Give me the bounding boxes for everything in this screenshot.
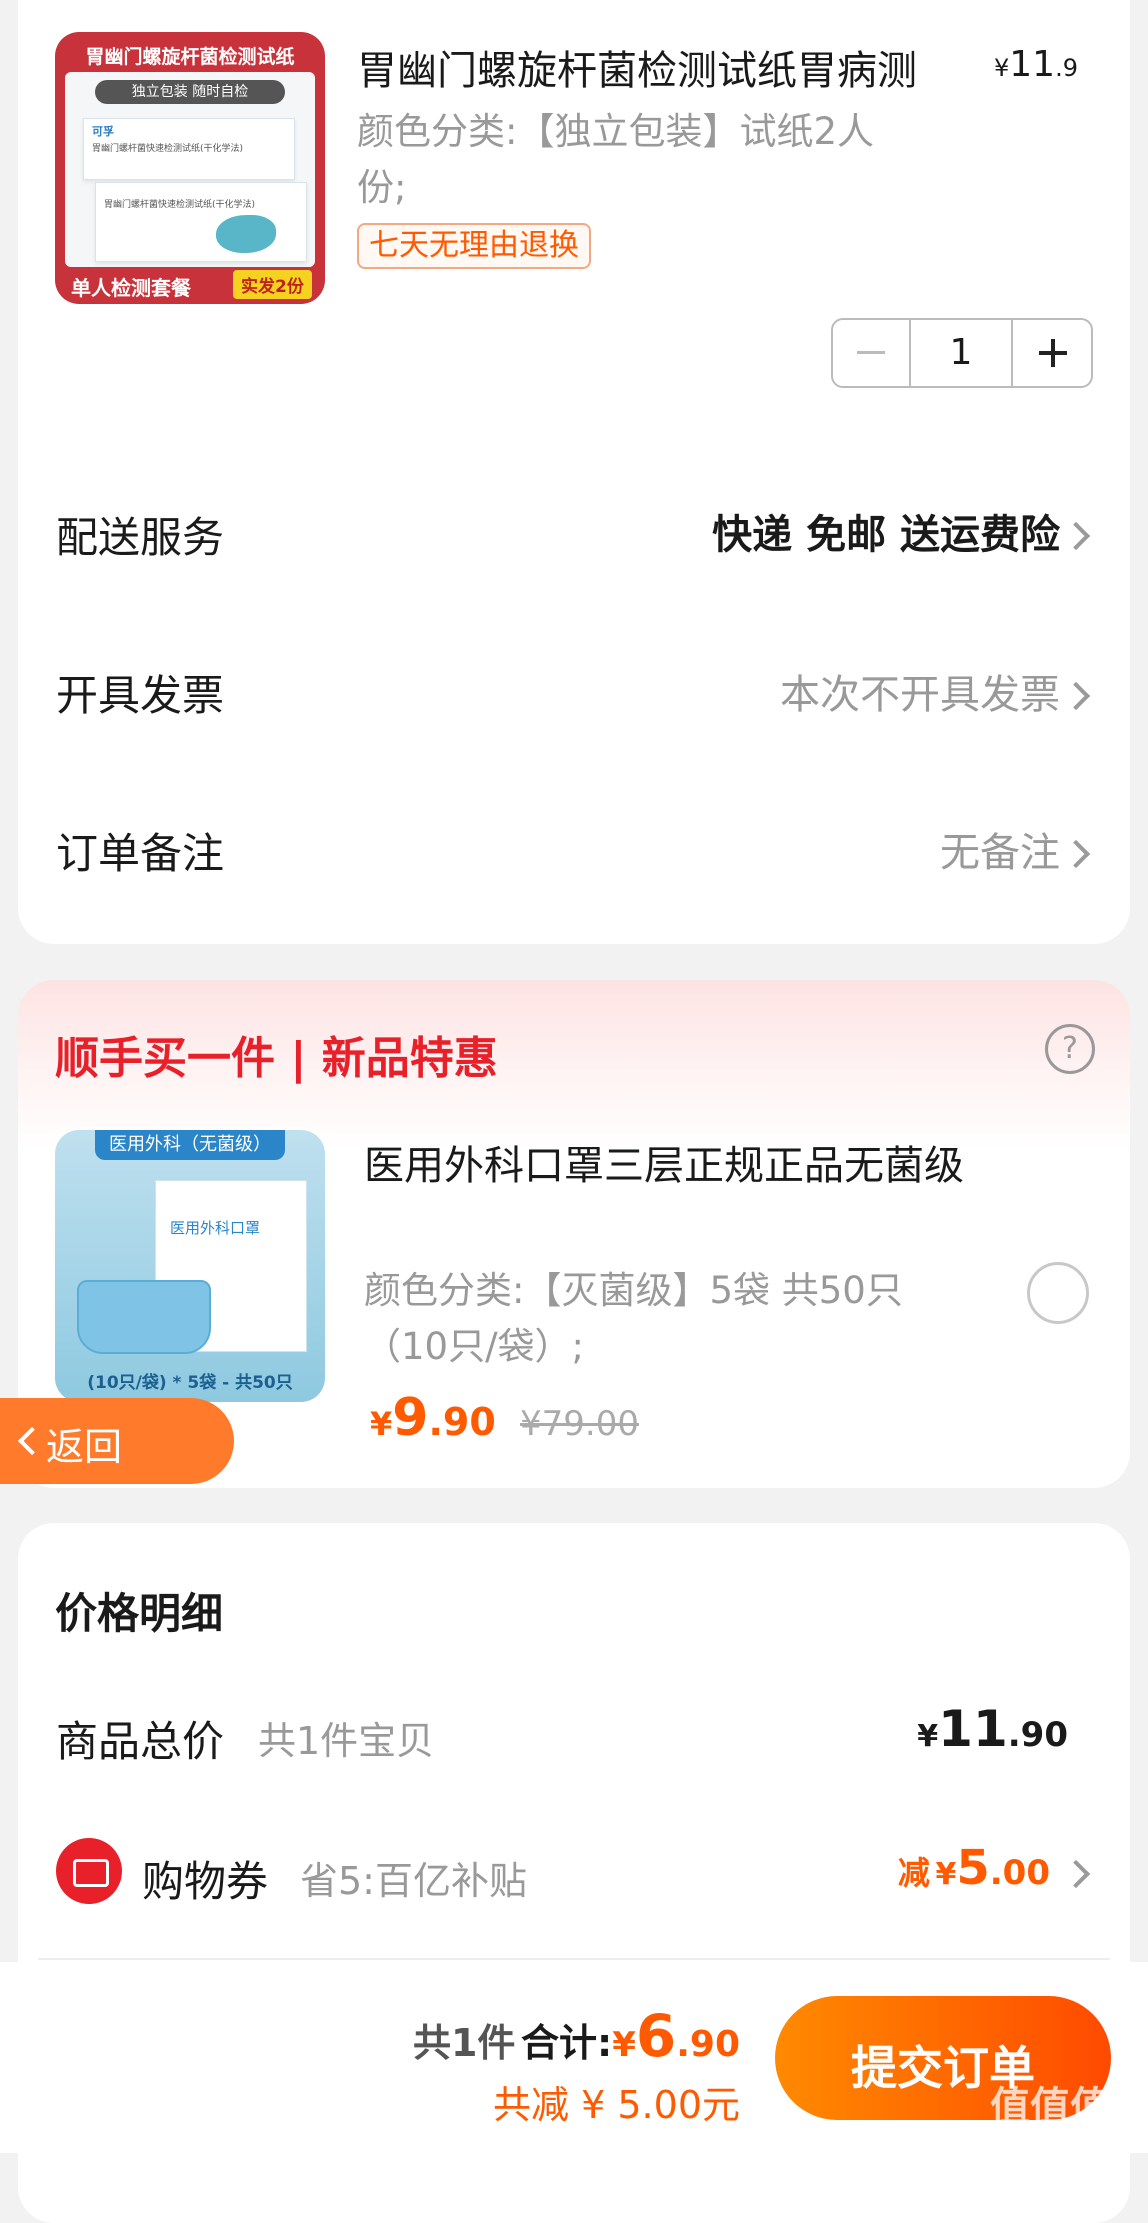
total-dec: .90 [1007,1715,1068,1755]
addon-thumbnail[interactable]: 医用外科（无菌级） 医用外科口罩 (10只/袋) * 5袋 - 共50只 [55,1130,325,1402]
thumb-footer: 单人检测套餐 [71,276,191,300]
coupon-label: 购物券 [142,1857,269,1906]
coupon-value: 减 ¥5.00 [898,1840,1050,1896]
thumb-package-2: 胃幽门螺杆菌快速检测试纸(干化学法) [95,182,307,262]
quantity-value[interactable]: 1 [911,320,1011,386]
addon-select-radio[interactable] [1027,1262,1089,1324]
total-sub: 共1件宝贝 [258,1719,435,1763]
stomach-graphic [216,215,276,253]
addon-original-price: ¥79.00 [520,1404,639,1444]
remark-value: 无备注 [940,830,1060,876]
invoice-label: 开具发票 [56,671,225,720]
chevron-right-icon [1061,1859,1091,1889]
thumb-package-1: 可孚 胃幽门螺杆菌快速检测试纸(干化学法) [83,118,295,180]
summary-line: 共1件 合计:¥6.90 [413,2002,740,2070]
delivery-value: 快递 免邮 送运费险 [712,512,1060,558]
remark-row[interactable]: 订单备注 无备注 [18,806,1130,896]
coupon-icon [56,1838,122,1904]
coupon-row[interactable]: 购物券 省5:百亿补贴 减 ¥5.00 [18,1836,1130,1912]
quantity-stepper: 1 [831,318,1093,388]
sum-symbol: ¥ [612,2025,636,2065]
plus-icon-v [1051,339,1055,367]
total-value: ¥11.90 [917,1700,1068,1758]
thumb-badge: 实发2份 [233,270,312,299]
product-title[interactable]: 胃幽门螺旋杆菌检测试纸胃病测 [357,38,917,96]
thumb-panel: 独立包装 随时自检 可孚 胃幽门螺杆菌快速检测试纸(干化学法) 胃幽门螺杆菌快速… [65,72,315,267]
addon-thumb-footer: (10只/袋) * 5袋 - 共50只 [87,1373,293,1393]
thumb-header: 胃幽门螺旋杆菌检测试纸 [85,46,295,68]
price-dec: .9 [1055,54,1078,82]
total-label: 商品总价 [56,1717,225,1766]
addon-title[interactable]: 医用外科口罩三层正规正品无菌级 [364,1135,964,1197]
chevron-left-icon [17,1426,47,1456]
watermark-logo: 值值值 [990,2084,1110,2130]
total-row: 商品总价 共1件宝贝 ¥11.90 [18,1700,1130,1770]
thumb-line-2: 胃幽门螺杆菌快速检测试纸(干化学法) [104,200,256,210]
thumb-brand: 可孚 [92,125,114,138]
decrease-button[interactable] [833,320,911,386]
remark-label: 订单备注 [56,829,225,878]
price-symbol: ¥ [994,54,1010,82]
invoice-value: 本次不开具发票 [780,672,1060,718]
addon-thumb-header: 医用外科（无菌级） [95,1130,285,1160]
addon-price-symbol: ¥ [370,1405,393,1443]
return-badge: 七天无理由退换 [357,223,591,269]
product-price: ¥11.9 [994,44,1078,85]
addon-price-dec: .90 [428,1400,496,1444]
price-detail-heading: 价格明细 [55,1589,224,1638]
addon-price: ¥9.90 [370,1388,496,1448]
thumb-tags: 独立包装 随时自检 [95,80,285,104]
divider [38,1958,1110,1960]
watermark-url: zhizhizhi.com [985,2128,1094,2147]
coupon-int: 5 [956,1840,990,1896]
mask-box-label: 医用外科口罩 [170,1219,261,1237]
price-int: 11 [1009,44,1056,85]
help-icon[interactable]: ? [1045,1024,1095,1074]
addon-price-int: 9 [392,1388,429,1448]
chevron-right-icon [1061,521,1091,551]
invoice-row[interactable]: 开具发票 本次不开具发票 [18,648,1130,738]
thumb-line-1: 胃幽门螺杆菌快速检测试纸(干化学法) [92,144,244,154]
ticket-icon [73,1859,109,1887]
sum-dec: .90 [676,2024,740,2065]
addon-variant: 颜色分类:【灭菌级】5袋 共50只（10只/袋）; [364,1269,903,1368]
item-count: 共1件 [412,2021,516,2065]
coupon-sub: 省5:百亿补贴 [300,1859,527,1903]
coupon-prefix: 减 [897,1854,930,1892]
total-symbol: ¥ [917,1719,939,1754]
delivery-row[interactable]: 配送服务 快递 免邮 送运费险 [18,490,1130,580]
coupon-dec: .00 [989,1853,1050,1893]
addon-heading: 顺手买一件 | 新品特惠 [55,1033,498,1084]
saved-amount: 共减 ¥ 5.00元 [493,2083,740,2127]
product-thumbnail[interactable]: 胃幽门螺旋杆菌检测试纸 独立包装 随时自检 可孚 胃幽门螺杆菌快速检测试纸(干化… [55,32,325,304]
total-int: 11 [938,1700,1008,1758]
coupon-symbol: ¥ [935,1857,957,1892]
chevron-right-icon [1061,839,1091,869]
product-variant: 颜色分类:【独立包装】试纸2人份; [357,110,875,209]
increase-button[interactable] [1011,320,1091,386]
bottom-bar: 共1件 合计:¥6.90 共减 ¥ 5.00元 提交订单 值值值 zhizhiz… [0,1962,1148,2153]
back-label: 返回 [46,1425,123,1469]
delivery-label: 配送服务 [56,513,225,562]
minus-icon [857,351,885,354]
mask-graphic [77,1280,211,1354]
sum-int: 6 [635,2002,677,2070]
sum-label: 合计: [520,2021,613,2065]
back-button[interactable]: 返回 [0,1398,234,1484]
chevron-right-icon [1061,681,1091,711]
